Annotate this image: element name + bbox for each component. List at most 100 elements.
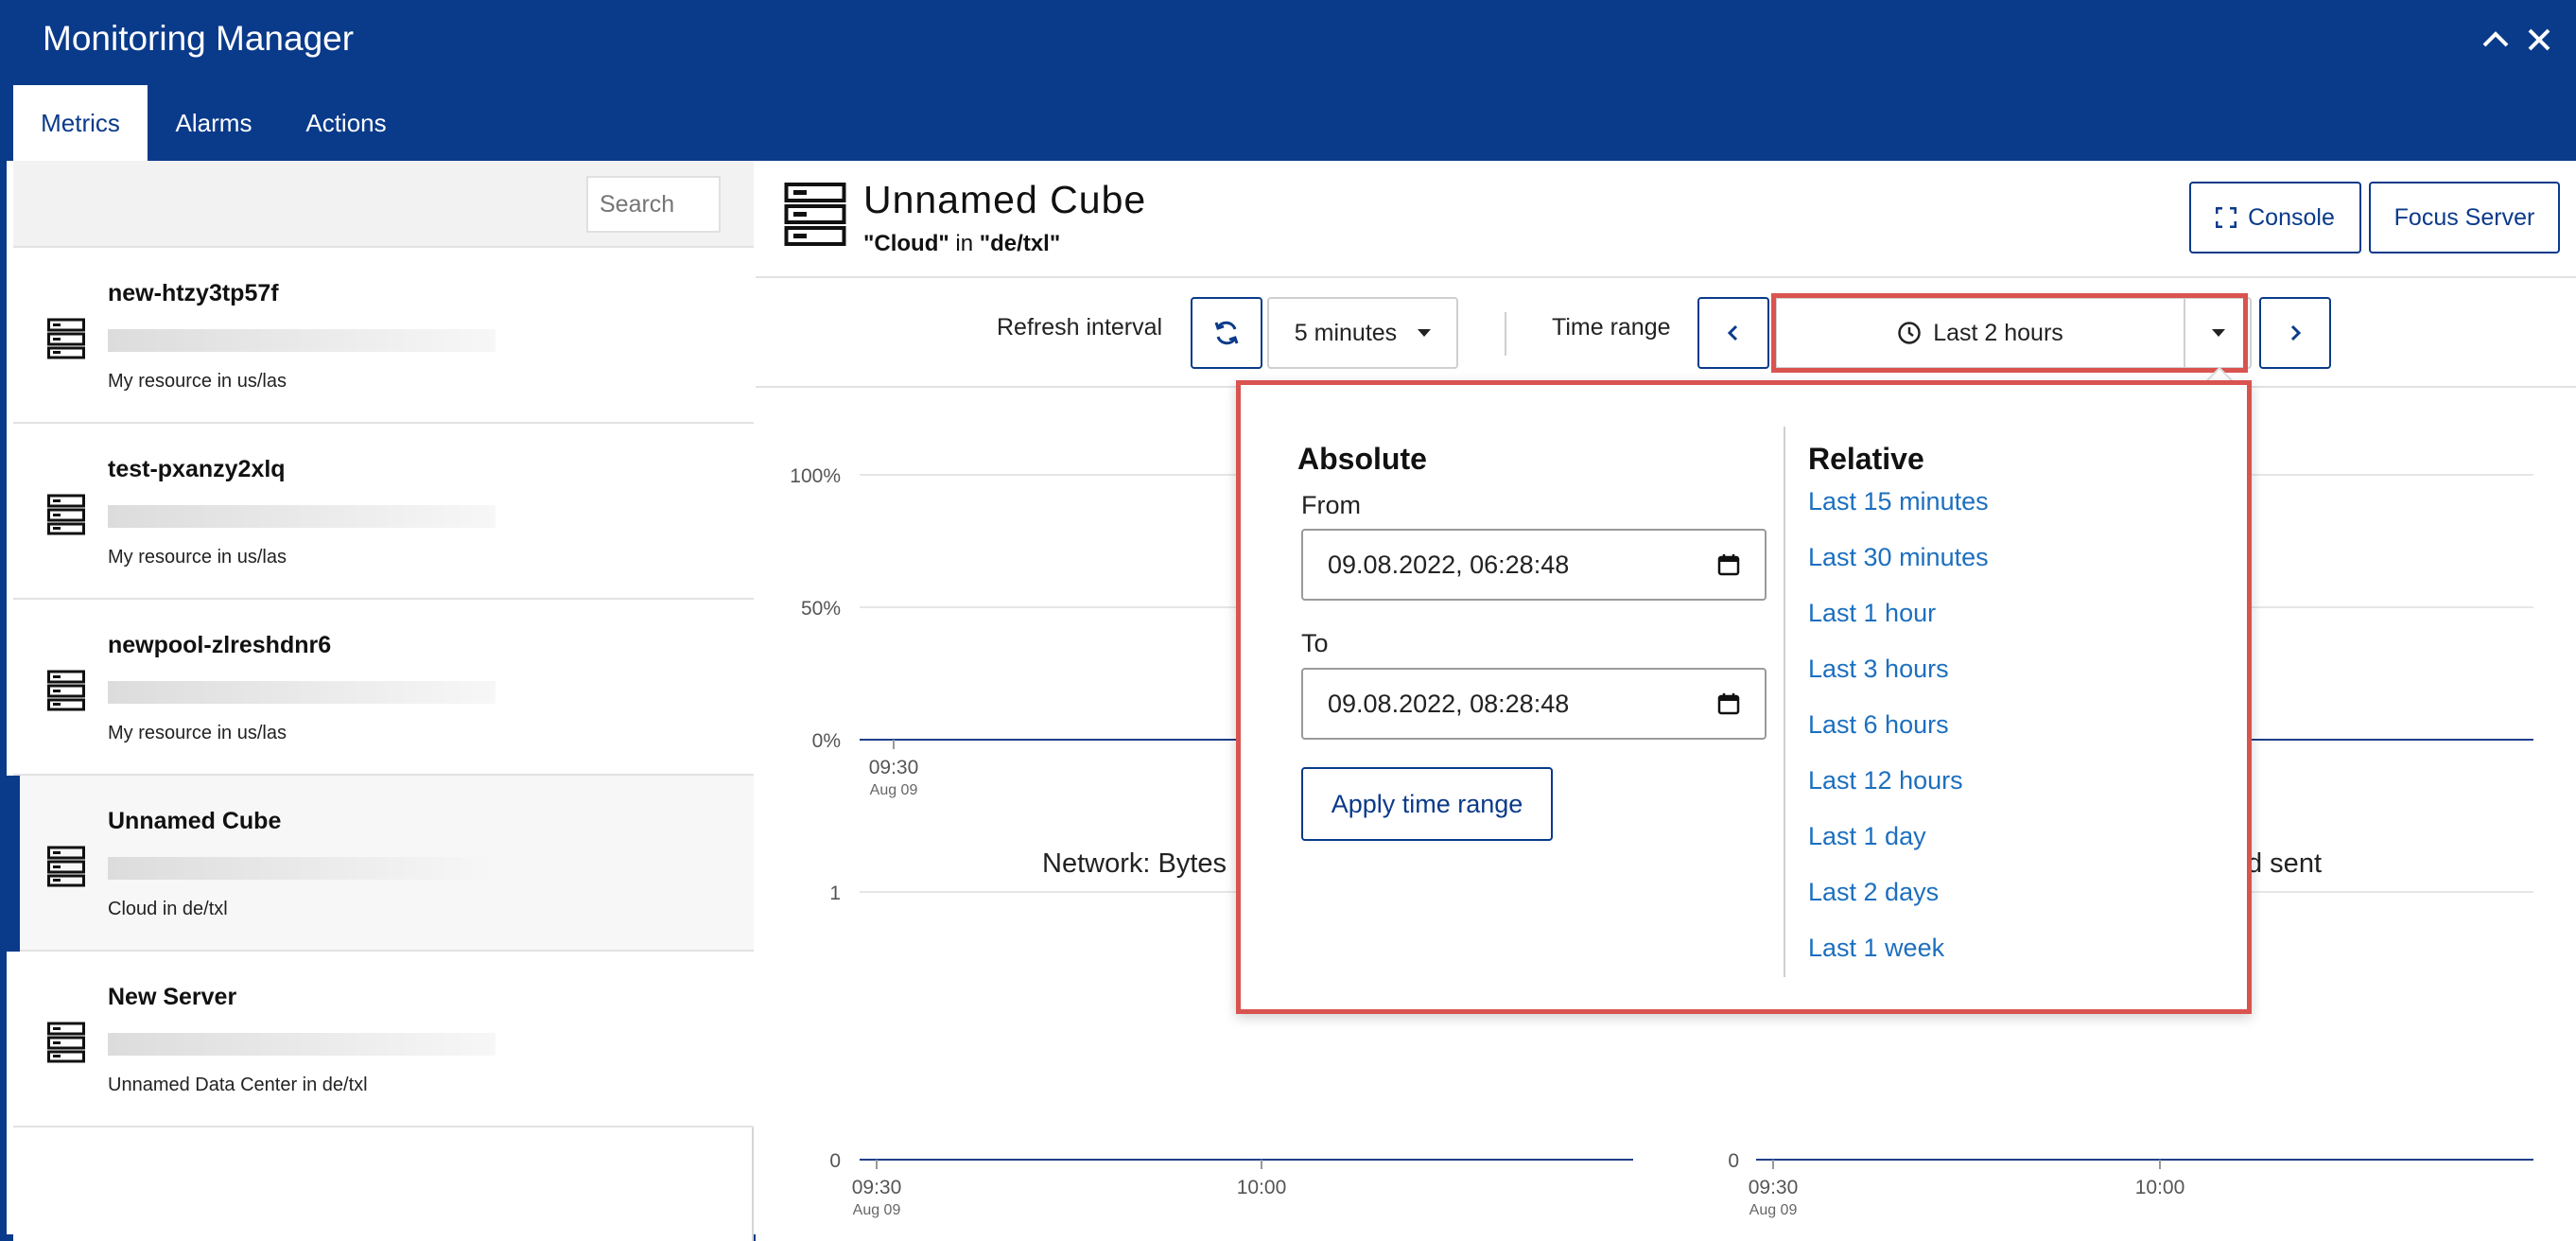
time-range-popup: Absolute From 09.08.2022, 06:28:48 To 09… — [1236, 380, 2252, 1014]
x-tick-label: 10:00 — [1237, 1177, 1287, 1198]
refresh-interval-value: 5 minutes — [1294, 319, 1398, 346]
close-button[interactable] — [2518, 19, 2560, 61]
tab-alarms[interactable]: Alarms — [148, 85, 280, 161]
x-tick-label: 10:00 — [2135, 1177, 2185, 1198]
sidebar-header — [13, 161, 754, 248]
server-icon — [47, 670, 85, 711]
from-label: From — [1301, 491, 1361, 519]
resource-name: new-htzy3tp57f — [108, 280, 279, 306]
chart-title: Network: Bytes — [1042, 848, 1227, 879]
chevron-right-icon — [2290, 324, 2302, 341]
previous-range-button[interactable] — [1697, 297, 1769, 369]
time-range-value: Last 2 hours — [1933, 319, 2063, 346]
relative-option-3-hours[interactable]: Last 3 hours — [1808, 655, 1989, 710]
metrics-toolbar: Refresh interval 5 minutes Time range La… — [756, 278, 2576, 388]
relative-options-list: Last 15 minutes Last 30 minutes Last 1 h… — [1808, 487, 1989, 989]
resource-usage-bar — [108, 681, 496, 704]
resource-description: My resource in us/las — [108, 371, 287, 392]
tab-metrics[interactable]: Metrics — [13, 85, 148, 161]
time-range-label: Time range — [1552, 314, 1671, 341]
calendar-icon[interactable] — [1717, 553, 1740, 576]
calendar-icon[interactable] — [1717, 692, 1740, 715]
tab-actions[interactable]: Actions — [280, 85, 412, 161]
from-date-input[interactable]: 09.08.2022, 06:28:48 — [1301, 529, 1767, 601]
resource-name: Unnamed Cube — [108, 808, 282, 834]
time-range-dropdown-toggle[interactable] — [2184, 299, 2252, 367]
server-icon — [47, 494, 85, 535]
server-icon — [784, 182, 846, 248]
clock-icon — [1898, 322, 1921, 344]
search-input[interactable] — [586, 176, 721, 233]
server-icon — [47, 846, 85, 887]
chevron-up-icon — [2482, 31, 2509, 47]
relative-option-1-week[interactable]: Last 1 week — [1808, 934, 1989, 989]
console-button-label: Console — [2248, 203, 2335, 231]
resource-usage-bar — [108, 329, 496, 352]
resource-description: My resource in us/las — [108, 547, 287, 568]
chart-title: d sent — [2247, 848, 2322, 879]
absolute-heading: Absolute — [1297, 442, 1427, 476]
resource-usage-bar — [108, 857, 496, 880]
x-tick-label: 09:30 — [1749, 1177, 1799, 1198]
y-tick-label: 100% — [790, 465, 841, 487]
collapse-button[interactable] — [2475, 19, 2516, 61]
relative-option-30-minutes[interactable]: Last 30 minutes — [1808, 543, 1989, 599]
resource-name: New Server — [108, 984, 237, 1010]
x-tick-sublabel: Aug 09 — [870, 782, 918, 798]
to-date-value: 09.08.2022, 08:28:48 — [1328, 689, 1570, 718]
window-title: Monitoring Manager — [43, 19, 355, 58]
resource-name: newpool-zlreshdnr6 — [108, 632, 332, 658]
relative-option-15-minutes[interactable]: Last 15 minutes — [1808, 487, 1989, 543]
y-tick-label: 0% — [812, 730, 841, 752]
refresh-interval-select[interactable]: 5 minutes — [1267, 297, 1458, 369]
resource-item-newpool-zlreshdnr6[interactable]: newpool-zlreshdnr6 My resource in us/las — [13, 600, 754, 776]
resource-item-test-pxanzy2xlq[interactable]: test-pxanzy2xlq My resource in us/las — [13, 424, 754, 600]
relative-option-12-hours[interactable]: Last 12 hours — [1808, 766, 1989, 822]
resource-item-unnamed-cube[interactable]: Unnamed Cube Cloud in de/txl — [7, 776, 754, 952]
server-icon — [47, 1022, 85, 1063]
caret-down-icon — [2212, 329, 2225, 337]
resource-name: test-pxanzy2xlq — [108, 456, 286, 482]
y-tick-label: 50% — [801, 598, 841, 620]
close-icon — [2528, 28, 2550, 51]
resource-item-new-server[interactable]: New Server Unnamed Data Center in de/txl — [13, 952, 754, 1127]
y-tick-label: 0 — [829, 1150, 841, 1172]
from-date-value: 09.08.2022, 06:28:48 — [1328, 550, 1570, 579]
next-range-button[interactable] — [2259, 297, 2331, 369]
time-range-display[interactable]: Last 2 hours — [1777, 299, 2184, 367]
toolbar-divider — [1505, 312, 1506, 356]
tab-bar: Metrics Alarms Actions — [7, 85, 2576, 161]
popup-divider — [1784, 427, 1785, 977]
x-tick-sublabel: Aug 09 — [1749, 1202, 1798, 1218]
apply-time-range-button[interactable]: Apply time range — [1301, 767, 1553, 841]
x-tick-label: 09:30 — [852, 1177, 902, 1198]
resource-location: "Cloud" in "de/txl" — [863, 231, 1060, 257]
resource-sidebar: new-htzy3tp57f My resource in us/las tes… — [7, 161, 754, 1241]
resource-item-new-htzy3tp57f[interactable]: new-htzy3tp57f My resource in us/las — [13, 248, 754, 424]
chevron-left-icon — [1727, 324, 1738, 341]
relative-option-6-hours[interactable]: Last 6 hours — [1808, 710, 1989, 766]
resource-description: Unnamed Data Center in de/txl — [108, 1075, 368, 1095]
console-button[interactable]: Console — [2189, 182, 2361, 253]
y-tick-label: 1 — [829, 883, 841, 904]
monitoring-manager-window: Monitoring Manager Metrics Alarms Action… — [0, 0, 2576, 1241]
to-date-input[interactable]: 09.08.2022, 08:28:48 — [1301, 668, 1767, 740]
location-connector: in — [949, 231, 980, 256]
x-tick-sublabel: Aug 09 — [853, 1202, 901, 1218]
relative-heading: Relative — [1808, 442, 1924, 476]
refresh-icon — [1214, 321, 1239, 345]
relative-option-1-hour[interactable]: Last 1 hour — [1808, 599, 1989, 655]
resource-usage-bar — [108, 505, 496, 528]
focus-server-button[interactable]: Focus Server — [2369, 182, 2560, 253]
resource-usage-bar — [108, 1033, 496, 1056]
location-name: "de/txl" — [979, 231, 1061, 256]
refresh-button[interactable] — [1191, 297, 1262, 369]
resource-list: new-htzy3tp57f My resource in us/las tes… — [7, 248, 754, 1127]
resource-description: Cloud in de/txl — [108, 899, 228, 919]
relative-option-1-day[interactable]: Last 1 day — [1808, 822, 1989, 878]
resource-description: My resource in us/las — [108, 723, 287, 743]
time-range-select[interactable]: Last 2 hours — [1775, 297, 2252, 369]
relative-option-2-days[interactable]: Last 2 days — [1808, 878, 1989, 934]
y-tick-label: 0 — [1728, 1150, 1739, 1172]
x-tick-label: 09:30 — [869, 757, 919, 778]
